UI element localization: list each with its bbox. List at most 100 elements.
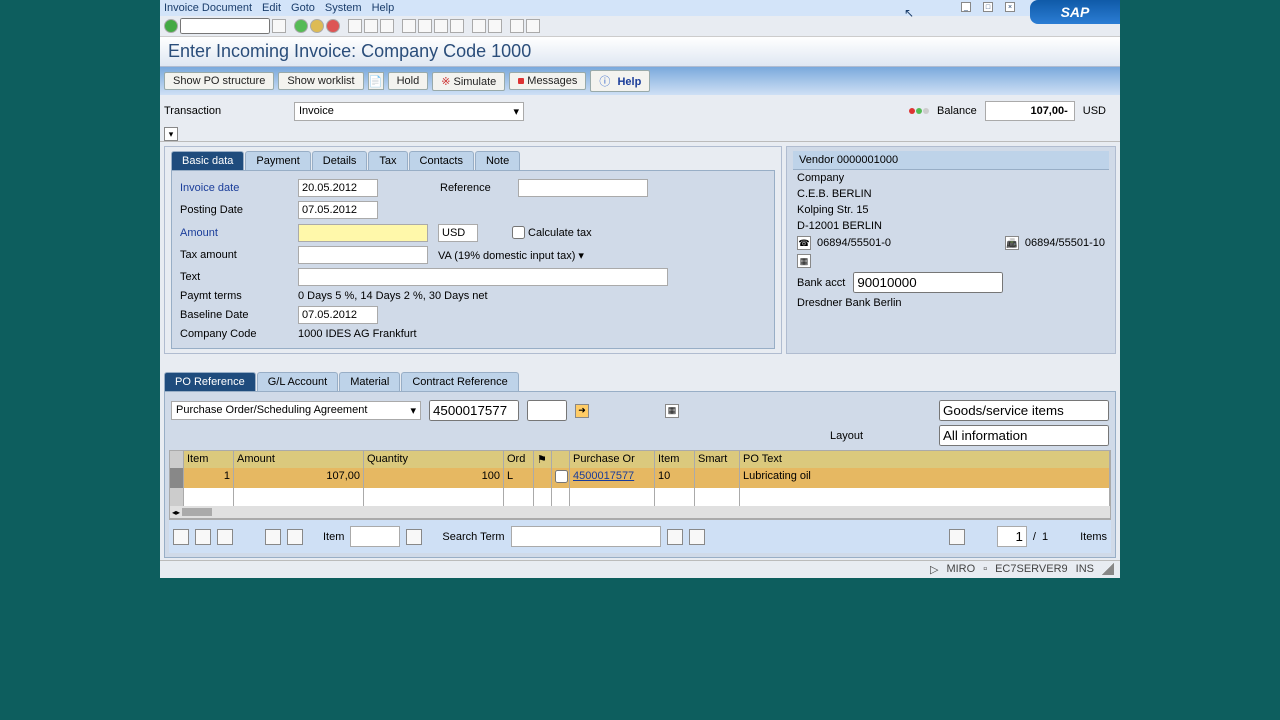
tab-basic-data[interactable]: Basic data (171, 151, 244, 170)
col-po-item[interactable]: Item (655, 451, 695, 468)
layout-select[interactable] (939, 425, 1109, 446)
po-item-input[interactable] (527, 400, 567, 421)
tab-gl-account[interactable]: G/L Account (257, 372, 339, 391)
cell-qty[interactable]: 100 (364, 468, 504, 488)
minimize-icon[interactable]: _ (961, 2, 971, 12)
display-po-icon[interactable]: ▦ (665, 404, 679, 418)
help-button[interactable]: ⓘ Help (590, 70, 650, 92)
col-ord[interactable]: Ord (504, 451, 534, 468)
tab-note[interactable]: Note (475, 151, 520, 170)
col-flag[interactable]: ⚑ (534, 451, 552, 468)
item-search-icon[interactable] (406, 529, 422, 545)
simulate-button[interactable]: ※ Simulate (432, 72, 505, 91)
text-input[interactable] (298, 268, 668, 286)
cell-amount[interactable]: 107,00 (234, 468, 364, 488)
select-all-icon[interactable] (173, 529, 189, 545)
phone-icon[interactable]: ☎ (797, 236, 811, 250)
sort-desc-icon[interactable] (287, 529, 303, 545)
other-invoice-icon[interactable]: 📄 (368, 72, 384, 90)
calculate-tax-label: Calculate tax (528, 227, 592, 239)
page-current[interactable] (997, 526, 1027, 547)
row-checkbox[interactable] (555, 470, 568, 483)
close-icon[interactable]: × (1005, 2, 1015, 12)
exit-icon[interactable] (310, 19, 324, 33)
cell-po[interactable]: 4500017577 (570, 468, 655, 488)
menu-goto[interactable]: Goto (291, 2, 315, 14)
sort-asc-icon[interactable] (265, 529, 281, 545)
tab-po-reference[interactable]: PO Reference (164, 372, 256, 391)
cancel-icon[interactable] (326, 19, 340, 33)
tab-tax[interactable]: Tax (368, 151, 407, 170)
messages-button[interactable]: Messages (509, 72, 586, 90)
menu-help[interactable]: Help (372, 2, 395, 14)
reference-type-select[interactable]: Purchase Order/Scheduling Agreement ▾ (171, 401, 421, 420)
grid-hscroll[interactable]: ◂▸ (170, 506, 1110, 518)
tab-details[interactable]: Details (312, 151, 368, 170)
cell-uom[interactable]: L (504, 468, 534, 488)
collapse-icon[interactable]: ▾ (164, 127, 178, 141)
fax-icon[interactable]: 📠 (1005, 236, 1019, 250)
col-quantity[interactable]: Quantity (364, 451, 504, 468)
enter-icon[interactable] (164, 19, 178, 33)
transaction-select[interactable]: Invoice ▾ (294, 102, 524, 121)
posting-date-input[interactable] (298, 201, 378, 219)
reference-input[interactable] (518, 179, 648, 197)
po-number-input[interactable] (429, 400, 519, 421)
grid-row-blank[interactable] (170, 488, 1110, 506)
calculate-tax-checkbox[interactable] (512, 226, 525, 239)
currency-input[interactable] (438, 224, 478, 242)
deselect-all-icon[interactable] (195, 529, 211, 545)
tab-contract-reference[interactable]: Contract Reference (401, 372, 518, 391)
search-po-icon[interactable]: ➜ (575, 404, 589, 418)
col-amount[interactable]: Amount (234, 451, 364, 468)
menu-system[interactable]: System (325, 2, 362, 14)
next-page-icon[interactable] (434, 19, 448, 33)
tab-material[interactable]: Material (339, 372, 400, 391)
find-icon[interactable] (364, 19, 378, 33)
item-search-input[interactable] (350, 526, 400, 547)
create-session-icon[interactable] (472, 19, 486, 33)
delete-icon[interactable] (217, 529, 233, 545)
tax-amount-input[interactable] (298, 246, 428, 264)
goods-service-input[interactable] (939, 400, 1109, 421)
col-smart[interactable]: Smart (695, 451, 740, 468)
baseline-date-input[interactable] (298, 306, 378, 324)
menu-edit[interactable]: Edit (262, 2, 281, 14)
prev-page-icon[interactable] (418, 19, 432, 33)
save-icon[interactable] (272, 19, 286, 33)
find-next-button-icon[interactable] (689, 529, 705, 545)
grid-row[interactable]: 1 107,00 100 L 4500017577 10 Lubricating… (170, 468, 1110, 488)
balance-label: Balance (937, 105, 977, 117)
bank-acct-input[interactable] (853, 272, 1003, 293)
find-next-icon[interactable] (380, 19, 394, 33)
first-page-icon[interactable] (402, 19, 416, 33)
balance-currency: USD (1083, 105, 1106, 117)
maximize-icon[interactable]: □ (983, 2, 993, 12)
search-term-input[interactable] (511, 526, 661, 547)
item-label: Item (323, 531, 344, 543)
vendor-street: Kolping Str. 15 (793, 202, 1109, 218)
col-item[interactable]: Item (184, 451, 234, 468)
find-button-icon[interactable] (667, 529, 683, 545)
last-page-icon[interactable] (450, 19, 464, 33)
tab-contacts[interactable]: Contacts (409, 151, 474, 170)
help-icon[interactable] (510, 19, 524, 33)
command-field[interactable] (180, 18, 270, 34)
tab-payment[interactable]: Payment (245, 151, 310, 170)
back-icon[interactable] (294, 19, 308, 33)
display-item-icon[interactable] (949, 529, 965, 545)
shortcut-icon[interactable] (488, 19, 502, 33)
display-icon[interactable]: ▦ (797, 254, 811, 268)
show-po-structure-button[interactable]: Show PO structure (164, 72, 274, 90)
hold-button[interactable]: Hold (388, 72, 429, 90)
layout-icon[interactable] (526, 19, 540, 33)
col-po[interactable]: Purchase Or (570, 451, 655, 468)
col-check[interactable] (552, 451, 570, 468)
show-worklist-button[interactable]: Show worklist (278, 72, 363, 90)
amount-input[interactable] (298, 224, 428, 242)
invoice-date-input[interactable] (298, 179, 378, 197)
menu-invoice-document[interactable]: Invoice Document (164, 2, 252, 14)
tax-code-select[interactable]: VA (19% domestic input tax) ▾ (438, 249, 618, 262)
print-icon[interactable] (348, 19, 362, 33)
col-potext[interactable]: PO Text (740, 451, 1110, 468)
